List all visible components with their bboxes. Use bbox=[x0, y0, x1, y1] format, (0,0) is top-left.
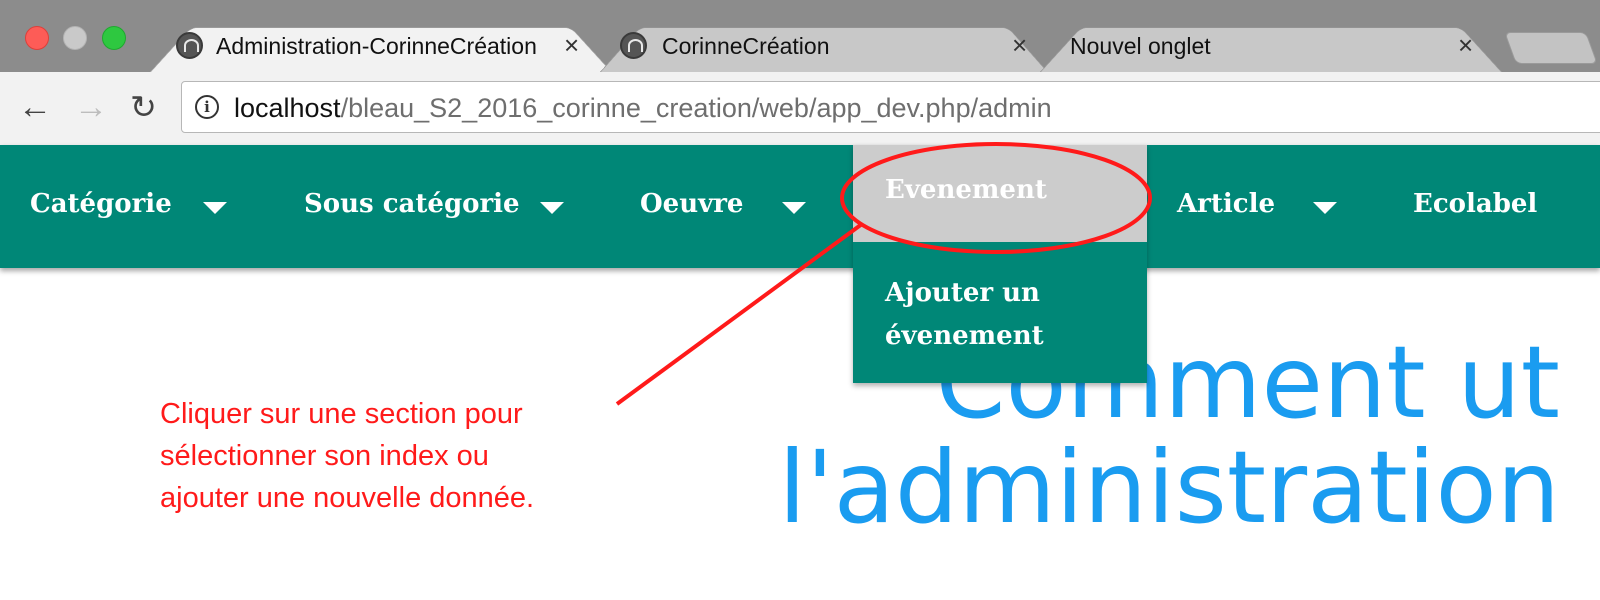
tab-administration[interactable]: Administration-CorinneCréation × bbox=[150, 17, 612, 72]
minimize-window-button[interactable] bbox=[63, 26, 87, 50]
chevron-down-icon[interactable] bbox=[203, 202, 227, 214]
tab-nouvel-onglet[interactable]: Nouvel onglet × bbox=[1040, 17, 1502, 72]
annotation-line: Cliquer sur une section pour bbox=[160, 398, 523, 430]
annotation-line: ajouter une nouvelle donnée. bbox=[160, 482, 535, 514]
nav-item-oeuvre[interactable]: Oeuvre bbox=[640, 189, 743, 219]
new-tab-button[interactable] bbox=[1504, 32, 1598, 64]
site-favicon-icon bbox=[620, 32, 647, 59]
close-tab-icon[interactable]: × bbox=[1458, 30, 1473, 61]
tab-title: Nouvel onglet bbox=[1070, 33, 1211, 59]
nav-item-ecolabel[interactable]: Ecolabel bbox=[1413, 189, 1537, 219]
back-arrow-icon[interactable]: ← bbox=[18, 90, 52, 124]
maximize-window-button[interactable] bbox=[102, 26, 126, 50]
chevron-down-icon[interactable] bbox=[540, 202, 564, 214]
browser-toolbar: ← → ↻ i localhost/bleau_S2_2016_corinne_… bbox=[0, 72, 1600, 146]
page-title-line-2: l'administration bbox=[778, 429, 1560, 546]
tab-corinnecreation[interactable]: CorinneCréation × bbox=[600, 17, 1048, 72]
close-window-button[interactable] bbox=[25, 26, 49, 50]
url-host: localhost bbox=[234, 93, 341, 123]
close-tab-icon[interactable]: × bbox=[564, 30, 579, 61]
reload-icon[interactable]: ↻ bbox=[130, 90, 157, 124]
chevron-down-icon[interactable] bbox=[782, 202, 806, 214]
annotation-text: Cliquer sur une section pour sélectionne… bbox=[160, 393, 630, 519]
nav-item-label: Evenement bbox=[885, 175, 1047, 205]
dropdown-item-label: Ajouter un évenement bbox=[885, 278, 1044, 351]
admin-navbar: Catégorie Sous catégorie Oeuvre Article … bbox=[0, 145, 1600, 268]
url-text[interactable]: localhost/bleau_S2_2016_corinne_creation… bbox=[234, 93, 1052, 124]
close-tab-icon[interactable]: × bbox=[1012, 30, 1027, 61]
site-favicon-icon bbox=[176, 32, 203, 59]
nav-item-sous-categorie[interactable]: Sous catégorie bbox=[304, 189, 520, 219]
nav-item-categorie[interactable]: Catégorie bbox=[30, 189, 172, 219]
site-info-icon[interactable]: i bbox=[195, 95, 219, 119]
nav-item-article[interactable]: Article bbox=[1177, 189, 1275, 219]
tab-title: CorinneCréation bbox=[662, 33, 830, 59]
nav-item-evenement[interactable]: Evenement bbox=[853, 145, 1147, 242]
tab-strip: Administration-CorinneCréation × Corinne… bbox=[0, 0, 1600, 72]
address-bar[interactable]: i localhost/bleau_S2_2016_corinne_creati… bbox=[181, 81, 1600, 133]
forward-arrow-icon[interactable]: → bbox=[74, 90, 108, 124]
tab-title: Administration-CorinneCréation bbox=[216, 33, 537, 59]
evenement-dropdown: Evenement Ajouter un évenement bbox=[853, 145, 1147, 383]
dropdown-item-ajouter-evenement[interactable]: Ajouter un évenement bbox=[853, 242, 1147, 383]
url-path: /bleau_S2_2016_corinne_creation/web/app_… bbox=[340, 93, 1052, 123]
annotation-line: sélectionner son index ou bbox=[160, 440, 489, 472]
chevron-down-icon[interactable] bbox=[1313, 202, 1337, 214]
